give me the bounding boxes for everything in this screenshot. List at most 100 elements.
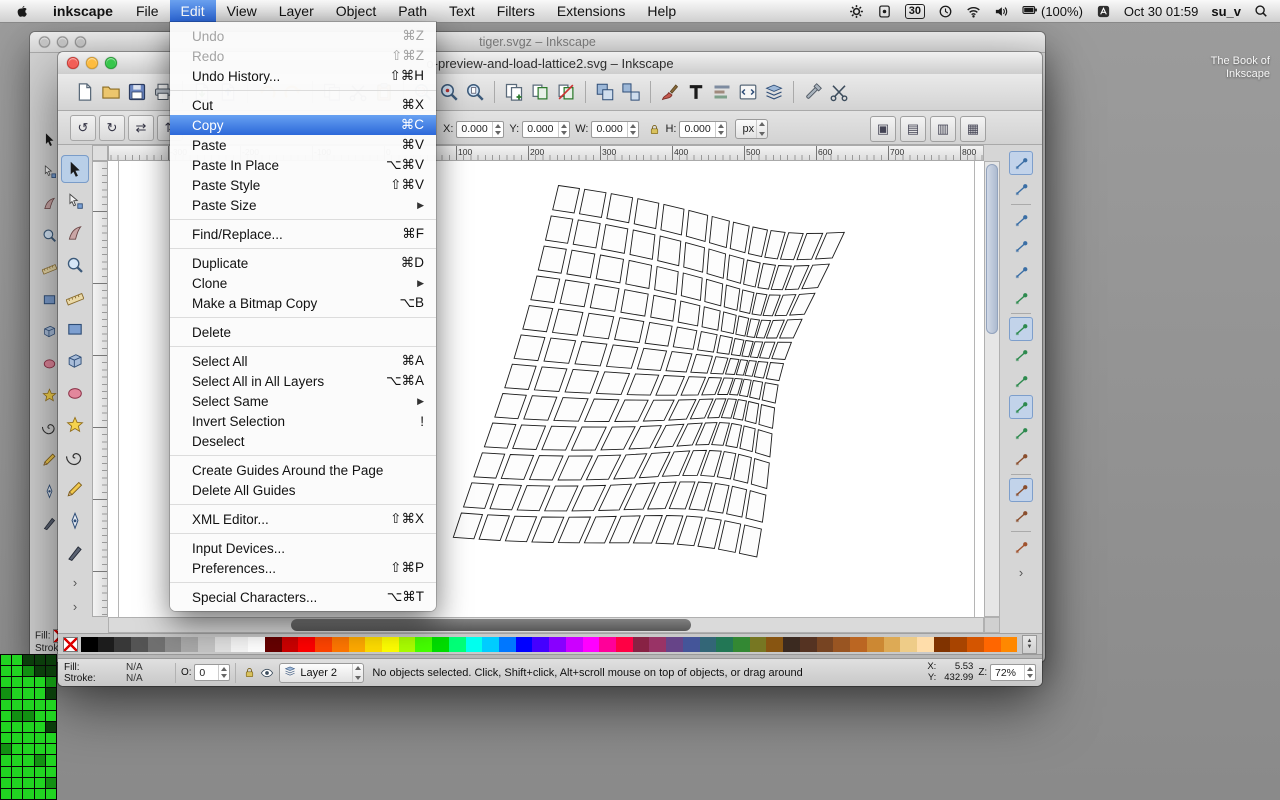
- menu-item-preferences[interactable]: Preferences...⇧⌘P: [170, 558, 436, 578]
- stepper-arrows[interactable]: [352, 664, 363, 682]
- palette-swatch[interactable]: [131, 637, 148, 652]
- palette-swatch[interactable]: [532, 637, 549, 652]
- stepper-arrows[interactable]: [558, 122, 569, 137]
- input-source-icon[interactable]: [1096, 4, 1111, 19]
- palette-swatch[interactable]: [867, 637, 884, 652]
- input-x[interactable]: 0.000: [456, 121, 504, 138]
- menubar-item-view[interactable]: View: [216, 0, 268, 22]
- snap-page-border-toggle[interactable]: [1009, 535, 1033, 559]
- palette-swatch[interactable]: [934, 637, 951, 652]
- palette-swatch[interactable]: [583, 637, 600, 652]
- menu-item-paste-in-place[interactable]: Paste In Place⌥⌘V: [170, 155, 436, 175]
- horizontal-scrollbar[interactable]: [108, 617, 984, 633]
- stepper-arrows[interactable]: [715, 122, 726, 137]
- palette-swatch[interactable]: [415, 637, 432, 652]
- zoom-input[interactable]: 72%: [990, 664, 1036, 681]
- palette-swatch[interactable]: [298, 637, 315, 652]
- newdoc-button[interactable]: [72, 79, 98, 105]
- menubar-item-filters[interactable]: Filters: [486, 0, 546, 22]
- volume-icon[interactable]: [994, 4, 1009, 19]
- apple-menu-icon[interactable]: [0, 4, 41, 19]
- palette-swatch[interactable]: [549, 637, 566, 652]
- input-w[interactable]: 0.000: [591, 121, 639, 138]
- palette-swatch[interactable]: [282, 637, 299, 652]
- palette-swatch[interactable]: [917, 637, 934, 652]
- input-h[interactable]: 0.000: [679, 121, 727, 138]
- tool-ellipse[interactable]: [61, 379, 89, 407]
- menu-item-delete-all-guides[interactable]: Delete All Guides: [170, 480, 436, 500]
- palette-swatch[interactable]: [599, 637, 616, 652]
- minimize-button[interactable]: [57, 37, 68, 48]
- menu-item-copy[interactable]: Copy⌘C: [170, 115, 436, 135]
- menu-item-paste[interactable]: Paste⌘V: [170, 135, 436, 155]
- rotate-cw-button[interactable]: ↻: [99, 115, 125, 141]
- tool-measure[interactable]: [61, 283, 89, 311]
- menubar-item-object[interactable]: Object: [325, 0, 387, 22]
- tool-box3d[interactable]: [61, 347, 89, 375]
- clone-button[interactable]: [527, 79, 553, 105]
- palette-swatch[interactable]: [633, 637, 650, 652]
- palette-swatch[interactable]: [666, 637, 683, 652]
- menu-item-xml-editor[interactable]: XML Editor...⇧⌘X: [170, 509, 436, 529]
- layers-button[interactable]: [761, 79, 787, 105]
- palette-swatch[interactable]: [700, 637, 717, 652]
- layer-lock-icon[interactable]: [243, 666, 256, 679]
- toolbox-expander[interactable]: ›: [58, 595, 92, 619]
- palette-swatch[interactable]: [81, 637, 98, 652]
- palette-swatch[interactable]: [984, 637, 1001, 652]
- palette-swatch[interactable]: [231, 637, 248, 652]
- tool-node[interactable]: [61, 187, 89, 215]
- palette-swatch[interactable]: [649, 637, 666, 652]
- horizontal-scroll-thumb[interactable]: [291, 619, 691, 631]
- stepper-arrows[interactable]: [492, 122, 503, 137]
- zoom-button[interactable]: [105, 57, 117, 69]
- prefs-button[interactable]: [800, 79, 826, 105]
- menu-item-cut[interactable]: Cut⌘X: [170, 95, 436, 115]
- palette-swatch[interactable]: [449, 637, 466, 652]
- palette-swatch[interactable]: [716, 637, 733, 652]
- menu-item-paste-style[interactable]: Paste Style⇧⌘V: [170, 175, 436, 195]
- palette-swatch[interactable]: [884, 637, 901, 652]
- badge-menu-icon[interactable]: [877, 4, 892, 19]
- palette-swatch[interactable]: [1001, 637, 1018, 652]
- palette-swatch[interactable]: [516, 637, 533, 652]
- palette-swatch[interactable]: [967, 637, 984, 652]
- tool-pen[interactable]: [61, 507, 89, 535]
- menu-item-invert-selection[interactable]: Invert Selection!: [170, 411, 436, 431]
- rotate-ccw-button[interactable]: ↺: [70, 115, 96, 141]
- spotlight-icon[interactable]: [1254, 4, 1268, 18]
- duplicate-button[interactable]: [501, 79, 527, 105]
- wifi-icon[interactable]: [966, 4, 981, 19]
- close-button[interactable]: [67, 57, 79, 69]
- traffic-lights-inactive[interactable]: [39, 37, 86, 48]
- palette-swatch[interactable]: [750, 637, 767, 652]
- close-button[interactable]: [39, 37, 50, 48]
- units-dropdown[interactable]: px: [735, 119, 768, 139]
- tool-select[interactable]: [61, 155, 89, 183]
- xml-button[interactable]: [735, 79, 761, 105]
- tool-star[interactable]: [61, 411, 89, 439]
- fillstroke-button[interactable]: [657, 79, 683, 105]
- no-color-swatch[interactable]: [63, 637, 78, 652]
- group-button[interactable]: [592, 79, 618, 105]
- snap-rotation-centers-toggle[interactable]: [1009, 504, 1033, 528]
- menubar-item-path[interactable]: Path: [387, 0, 438, 22]
- traffic-lights[interactable]: [67, 57, 117, 69]
- palette-swatch[interactable]: [466, 637, 483, 652]
- calendar-menu-icon[interactable]: 30: [905, 4, 925, 19]
- palette-swatch[interactable]: [683, 637, 700, 652]
- snapbar-expander[interactable]: ›: [1000, 561, 1042, 585]
- battery-indicator[interactable]: (100%): [1022, 2, 1083, 21]
- fast-user-switch[interactable]: su_v: [1211, 4, 1241, 19]
- menu-item-clone[interactable]: Clone▶: [170, 273, 436, 293]
- app-menu-title[interactable]: inkscape: [41, 3, 125, 19]
- snap-other-points-toggle[interactable]: [1009, 447, 1033, 471]
- palette-swatch[interactable]: [315, 637, 332, 652]
- snap-cusp-nodes-toggle[interactable]: [1009, 369, 1033, 393]
- vertical-ruler[interactable]: [92, 161, 108, 617]
- menu-item-make-a-bitmap-copy[interactable]: Make a Bitmap Copy⌥B: [170, 293, 436, 313]
- palette-swatch[interactable]: [365, 637, 382, 652]
- palette-swatch[interactable]: [766, 637, 783, 652]
- fill-stroke-indicator[interactable]: Fill: N/A Stroke: N/A: [64, 662, 170, 684]
- scissors-button[interactable]: [826, 79, 852, 105]
